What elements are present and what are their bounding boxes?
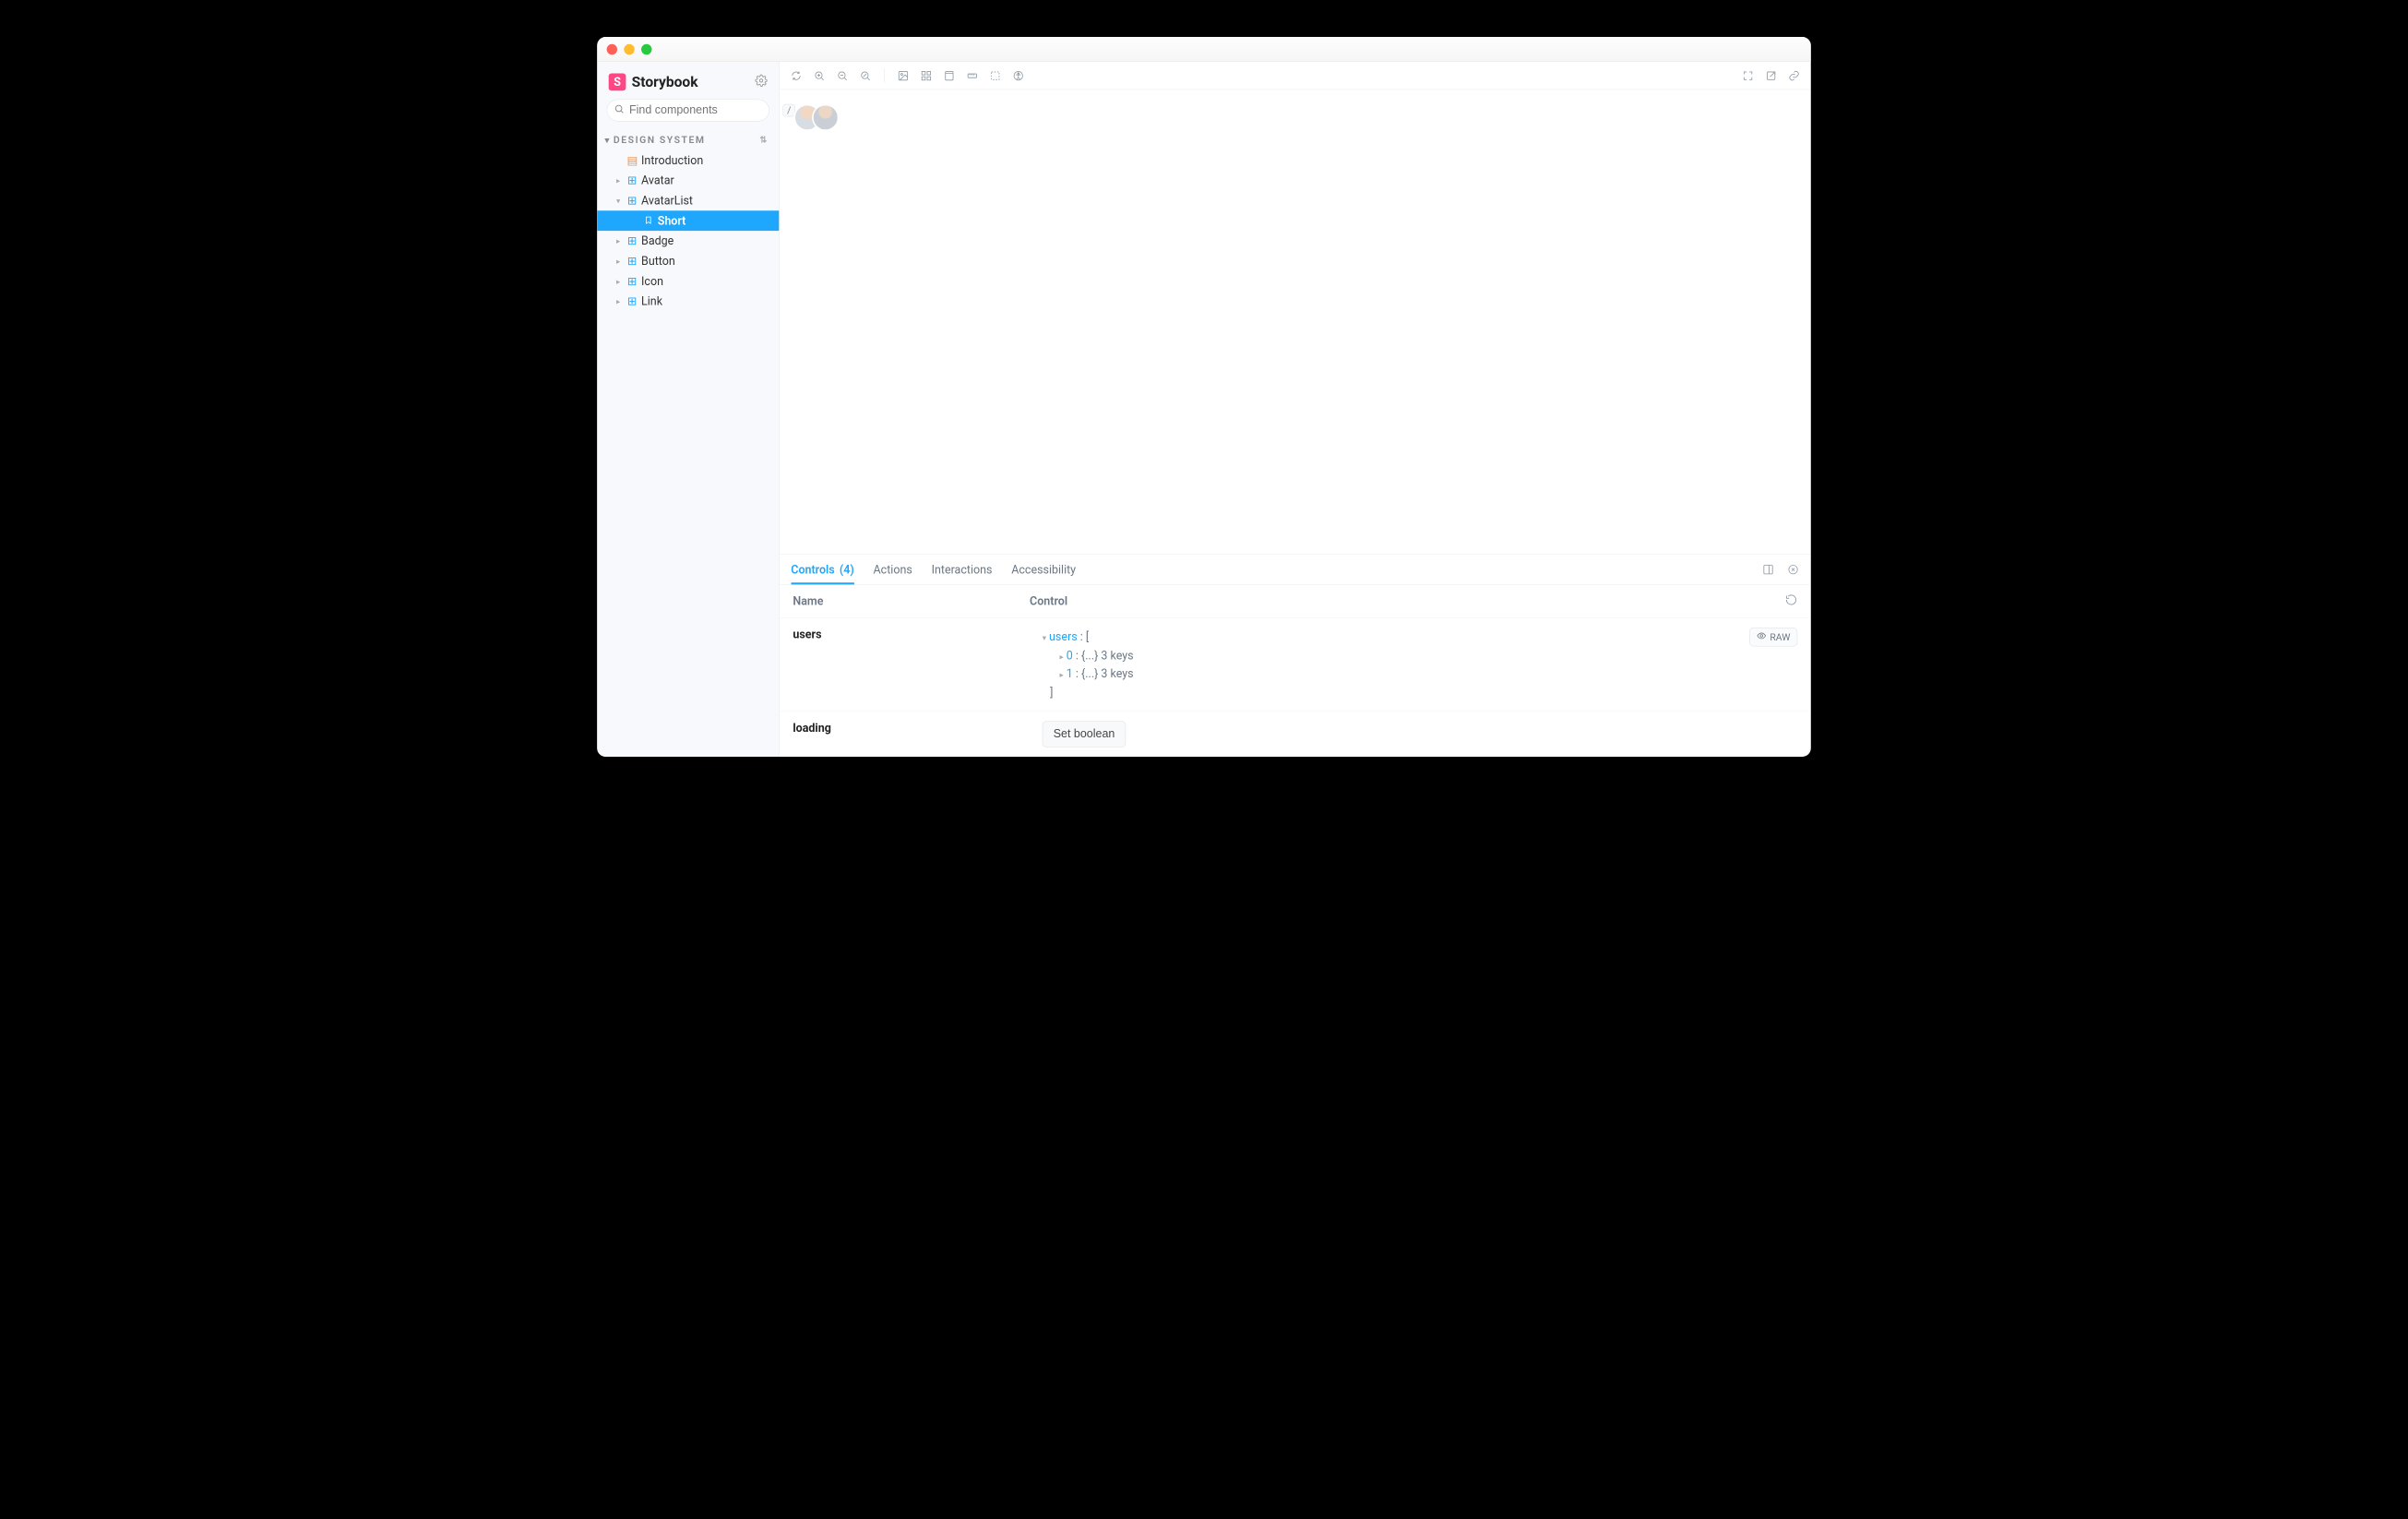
storybook-logo-icon: S [609,74,626,91]
search-icon [614,103,624,117]
sidebar-item-link[interactable]: ▸ ⊞ Link [597,292,779,312]
grid-icon[interactable] [920,69,933,82]
nav-tree: ▤ Introduction ▸ ⊞ Avatar ▾ ⊞ AvatarList [597,150,779,312]
addons-panel: Controls (4) Actions Interactions Access… [780,554,1811,757]
close-window-icon[interactable] [607,44,617,54]
document-icon: ▤ [626,153,637,167]
sidebar-item-label: Icon [641,274,663,288]
sidebar-item-label: Avatar [641,173,674,187]
raw-toggle-button[interactable]: RAW [1749,628,1797,646]
brand[interactable]: S Storybook [609,74,698,91]
zoom-out-icon[interactable] [836,69,849,82]
eye-icon [1757,631,1766,643]
sidebar-item-avatar[interactable]: ▸ ⊞ Avatar [597,171,779,191]
sidebar-item-label: Button [641,255,675,269]
sidebar-item-label: AvatarList [641,194,693,208]
copy-link-icon[interactable] [1788,69,1801,82]
close-panel-icon[interactable] [1787,563,1800,576]
brand-name: Storybook [632,74,698,90]
sidebar-story-short[interactable]: Short [597,210,779,231]
component-icon: ⊞ [626,255,637,269]
toolbar-divider [884,68,885,83]
tab-label: Controls [791,563,834,577]
tab-interactions[interactable]: Interactions [932,555,993,585]
control-row-users: users ▾users : [ ▸0 : {...} 3 keys ▸1 : … [780,618,1811,712]
sidebar: S Storybook / ▾DESIGN SYSTEM ⇅ [597,62,780,757]
avatar [812,104,839,131]
sync-icon[interactable] [790,69,803,82]
preview-canvas [780,90,1811,554]
main-panel: Controls (4) Actions Interactions Access… [780,62,1811,757]
component-icon: ⊞ [626,234,637,248]
json-tree-control[interactable]: ▾users : [ ▸0 : {...} 3 keys ▸1 : {...} … [1043,628,1749,701]
zoom-in-icon[interactable] [813,69,826,82]
open-new-tab-icon[interactable] [1765,69,1778,82]
sidebar-header: S Storybook [597,62,779,100]
tab-controls[interactable]: Controls (4) [791,555,853,585]
sidebar-item-button[interactable]: ▸ ⊞ Button [597,251,779,271]
col-control: Control [1030,594,1067,608]
sidebar-item-label: Badge [641,234,674,248]
control-row-loading: loading Set boolean [780,712,1811,757]
sidebar-item-introduction[interactable]: ▤ Introduction [597,150,779,171]
minimize-window-icon[interactable] [624,44,634,54]
bookmark-icon [643,214,653,228]
tab-accessibility[interactable]: Accessibility [1011,555,1076,585]
outline-icon[interactable] [989,69,1002,82]
control-name: loading [793,722,1042,748]
component-icon: ⊞ [626,274,637,288]
sidebar-item-badge[interactable]: ▸ ⊞ Badge [597,231,779,251]
background-icon[interactable] [897,69,910,82]
canvas-toolbar [780,62,1811,90]
search-input[interactable] [629,103,778,117]
search-input-wrap[interactable]: / [607,100,769,122]
zoom-window-icon[interactable] [641,44,651,54]
sidebar-story-label: Short [658,214,686,228]
raw-label: RAW [1770,631,1790,642]
component-icon: ⊞ [626,194,637,208]
sidebar-item-label: Link [641,294,662,308]
sidebar-item-icon[interactable]: ▸ ⊞ Icon [597,271,779,292]
tab-label: Interactions [932,563,993,577]
sidebar-item-label: Introduction [641,153,703,167]
viewport-icon[interactable] [943,69,956,82]
control-name: users [793,628,1042,701]
col-name: Name [793,594,823,608]
section-label-text: DESIGN SYSTEM [614,134,706,145]
tab-label: Actions [874,563,912,577]
sidebar-section-header[interactable]: ▾DESIGN SYSTEM ⇅ [597,129,779,150]
tab-label: Accessibility [1011,563,1076,577]
set-boolean-button[interactable]: Set boolean [1043,722,1127,748]
accessibility-icon[interactable] [1012,69,1025,82]
zoom-reset-icon[interactable] [859,69,872,82]
settings-icon[interactable] [755,75,768,90]
sort-icon[interactable]: ⇅ [759,135,768,145]
tab-count: (4) [837,563,854,577]
tab-actions[interactable]: Actions [874,555,912,585]
component-icon: ⊞ [626,173,637,187]
panel-orientation-icon[interactable] [1762,563,1775,576]
titlebar [597,37,1811,62]
component-icon: ⊞ [626,294,637,308]
addons-tabs: Controls (4) Actions Interactions Access… [780,555,1811,585]
sidebar-item-avatarlist[interactable]: ▾ ⊞ AvatarList [597,190,779,210]
fullscreen-icon[interactable] [1742,69,1755,82]
measure-icon[interactable] [966,69,979,82]
reset-controls-icon[interactable] [1785,593,1798,609]
avatarlist-preview [793,104,1796,131]
controls-header-row: Name Control [780,585,1811,618]
app-window: S Storybook / ▾DESIGN SYSTEM ⇅ [597,37,1811,757]
